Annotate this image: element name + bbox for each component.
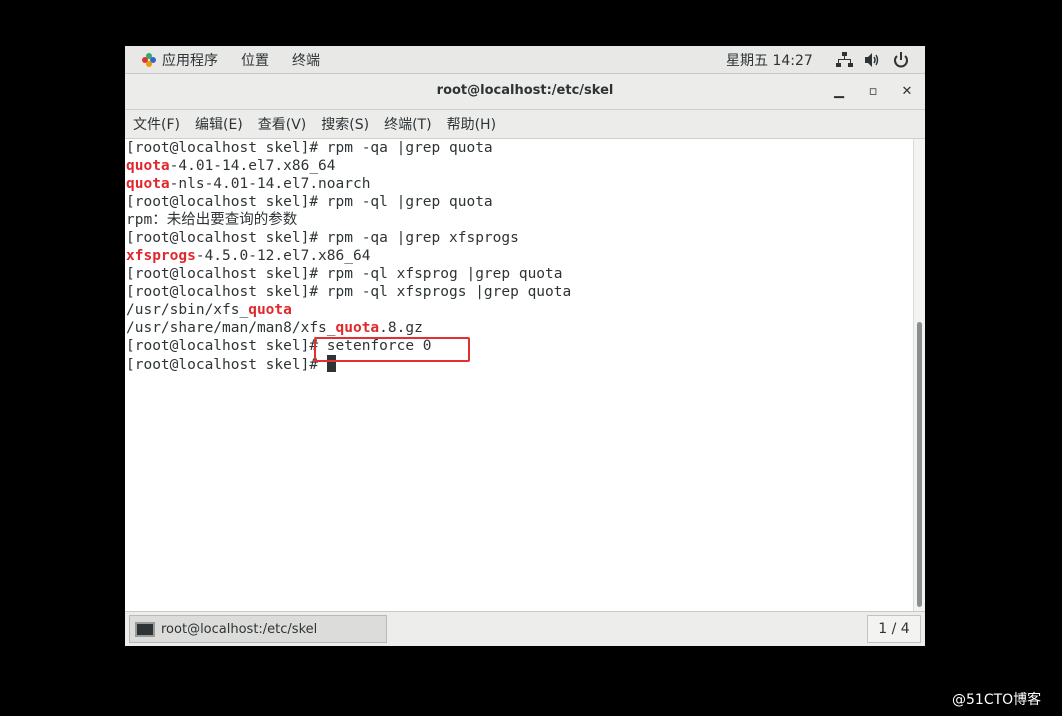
terminal-line: [root@localhost skel]# rpm -ql |grep quo… — [125, 193, 913, 211]
maximize-button[interactable]: ▫ — [863, 82, 883, 102]
volume-icon[interactable] — [863, 51, 881, 69]
menu-search[interactable]: 搜索(S) — [321, 114, 369, 134]
power-icon[interactable] — [892, 51, 910, 69]
terminal-line: quota-4.01-14.el7.x86_64 — [125, 157, 913, 175]
window-titlebar[interactable]: root@localhost:/etc/skel ▁ ▫ ✕ — [125, 74, 925, 110]
terminal-line: /usr/share/man/man8/xfs_quota.8.gz — [125, 319, 913, 337]
terminal-text: [root@localhost skel]# rpm -qa |grep quo… — [126, 140, 493, 156]
menu-bar: 文件(F) 编辑(E) 查看(V) 搜索(S) 终端(T) 帮助(H) — [125, 110, 925, 139]
terminal-icon — [135, 621, 155, 637]
menu-view[interactable]: 查看(V) — [258, 114, 307, 134]
minimize-button[interactable]: ▁ — [829, 82, 849, 102]
terminal-text: rpm：未给出要查询的参数 — [126, 212, 298, 228]
grep-match-highlight: quota — [248, 302, 292, 318]
terminal-text: [root@localhost skel]# rpm -ql xfsprog |… — [126, 266, 563, 282]
gnome-foot-icon — [142, 52, 156, 67]
terminal-line: [root@localhost skel]# rpm -qa |grep xfs… — [125, 229, 913, 247]
applications-label: 应用程序 — [162, 52, 218, 69]
annotation-highlight-box — [314, 337, 470, 362]
terminal-line: xfsprogs-4.5.0-12.el7.x86_64 — [125, 247, 913, 265]
terminal-text: /usr/sbin/xfs_ — [126, 302, 249, 318]
terminal-line: /usr/sbin/xfs_quota — [125, 301, 913, 319]
grep-match-highlight: xfsprogs — [126, 248, 196, 264]
desktop: 应用程序 位置 终端 星期五 14:27 root@localhost:/etc… — [125, 46, 925, 646]
terminal-text: -4.5.0-12.el7.x86_64 — [195, 248, 371, 264]
terminal-line: quota-nls-4.01-14.el7.noarch — [125, 175, 913, 193]
menu-help[interactable]: 帮助(H) — [447, 114, 496, 134]
applications-menu[interactable]: 应用程序 — [133, 50, 218, 70]
terminal-text: [root@localhost skel]# rpm -ql |grep quo… — [126, 194, 493, 210]
terminal-line: [root@localhost skel]# rpm -ql xfsprog |… — [125, 265, 913, 283]
close-button[interactable]: ✕ — [897, 82, 917, 102]
taskbar-window-label: root@localhost:/etc/skel — [161, 621, 318, 637]
grep-match-highlight: quota — [126, 176, 170, 192]
clock[interactable]: 星期五 14:27 — [726, 50, 813, 70]
watermark: @51CTO博客 — [952, 692, 1042, 708]
bottom-taskbar: root@localhost:/etc/skel 1 / 4 — [125, 611, 925, 646]
places-menu[interactable]: 位置 — [241, 50, 269, 70]
terminal-text: [root@localhost skel]# rpm -ql xfsprogs … — [126, 284, 572, 300]
grep-match-highlight: quota — [335, 320, 380, 336]
taskbar-window-button[interactable]: root@localhost:/etc/skel — [129, 615, 387, 643]
menu-file[interactable]: 文件(F) — [133, 114, 180, 134]
menu-edit[interactable]: 编辑(E) — [195, 114, 243, 134]
workspace-pager[interactable]: 1 / 4 — [867, 615, 921, 643]
grep-match-highlight: quota — [126, 158, 170, 174]
terminal-output[interactable]: [root@localhost skel]# rpm -qa |grep quo… — [125, 139, 913, 611]
terminal-text: [root@localhost skel]# rpm -qa |grep xfs… — [126, 230, 519, 246]
terminal-scrollbar[interactable] — [913, 139, 925, 611]
terminal-line: [root@localhost skel]# setenforce 0 — [125, 337, 913, 355]
window-title: root@localhost:/etc/skel — [436, 83, 614, 98]
terminal-text: -4.01-14.el7.x86_64 — [169, 158, 336, 174]
terminal-text: /usr/share/man/man8/xfs_ — [126, 320, 336, 336]
terminal-line: rpm：未给出要查询的参数 — [125, 211, 913, 229]
terminal-app-menu[interactable]: 终端 — [292, 50, 320, 70]
scrollbar-thumb[interactable] — [917, 322, 922, 607]
menu-terminal[interactable]: 终端(T) — [384, 114, 431, 134]
network-icon[interactable] — [835, 51, 853, 69]
terminal-line: [root@localhost skel]# rpm -qa |grep quo… — [125, 139, 913, 157]
terminal-text: -nls-4.01-14.el7.noarch — [169, 176, 371, 192]
terminal-line: [root@localhost skel]# rpm -ql xfsprogs … — [125, 283, 913, 301]
terminal-line: [root@localhost skel]# — [125, 355, 913, 373]
terminal-text: .8.gz — [379, 320, 423, 336]
top-bar: 应用程序 位置 终端 星期五 14:27 — [125, 46, 925, 74]
terminal-text: [root@localhost skel]# — [126, 357, 327, 373]
